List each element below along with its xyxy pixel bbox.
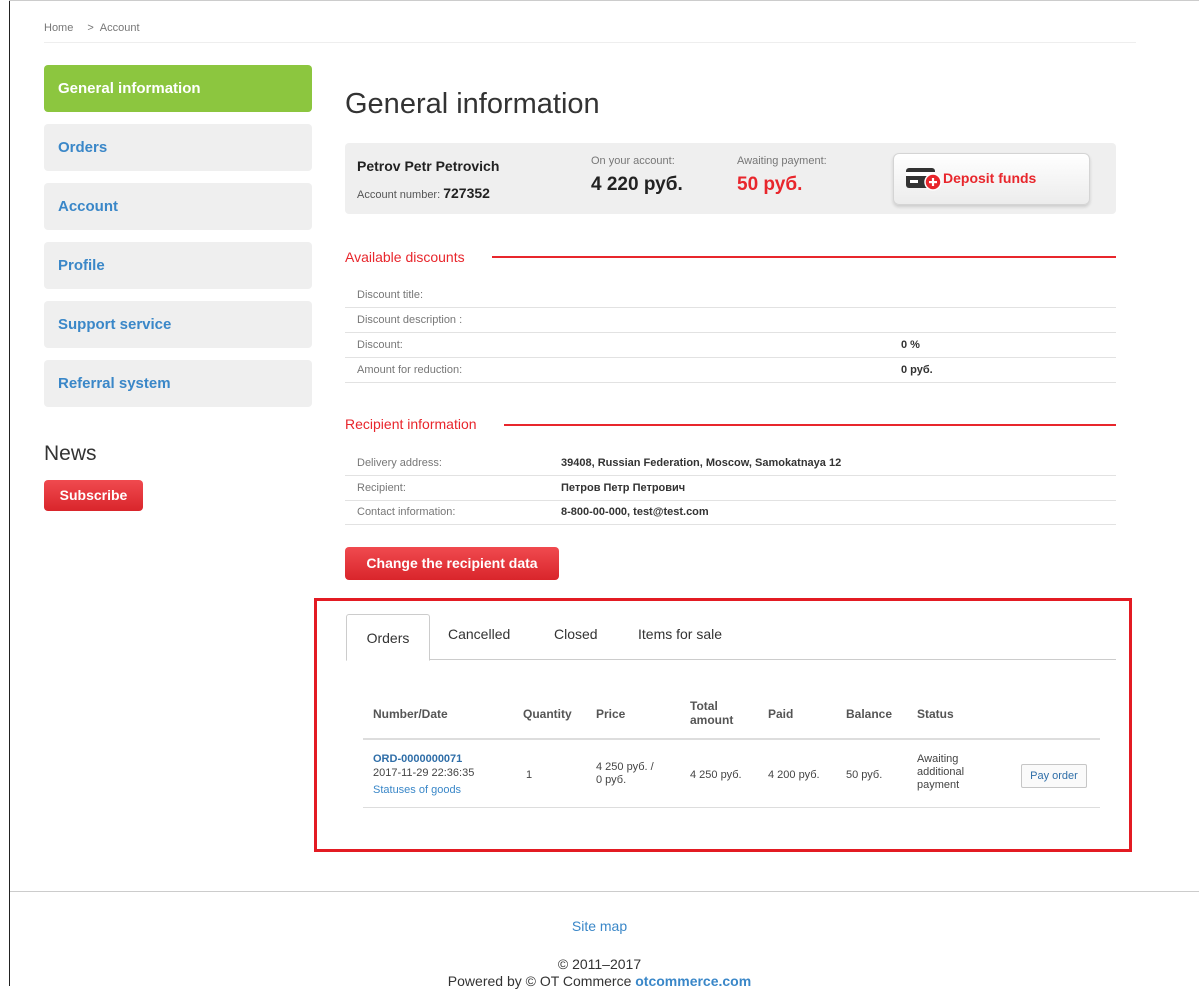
column-header-total-line1: Total <box>690 699 718 713</box>
column-header-paid: Paid <box>768 707 794 721</box>
sidebar-item-account[interactable]: Account <box>44 183 312 230</box>
recipient-heading-line <box>504 424 1116 426</box>
table-row-divider <box>363 807 1100 808</box>
discount-row-label: Discount description : <box>357 314 463 326</box>
order-balance: 50 руб. <box>846 769 883 781</box>
column-header-balance: Balance <box>846 707 893 721</box>
discount-row-label: Discount title: <box>357 289 424 301</box>
balance-value: 4 220 руб. <box>591 174 683 195</box>
order-date: 2017-11-29 22:36:35 <box>373 767 475 779</box>
column-header-quantity: Quantity <box>523 707 572 721</box>
page-title: General information <box>345 88 600 120</box>
recipient-row-label: Recipient: <box>357 482 406 494</box>
awaiting-payment-value: 50 руб. <box>737 174 803 195</box>
order-status-line1: Awaiting <box>917 753 959 765</box>
change-recipient-button[interactable]: Change the recipient data <box>345 547 559 580</box>
sidebar-item-profile[interactable]: Profile <box>44 242 312 289</box>
tab-cancelled[interactable]: Cancelled <box>448 626 510 642</box>
breadcrumb: Home > Account <box>44 22 140 34</box>
recipient-row-value: 8-800-00-000, test@test.com <box>561 506 709 518</box>
discount-row-label: Discount: <box>357 339 403 351</box>
order-price: 4 250 руб. / 0 руб. <box>596 761 654 787</box>
recipient-row: Contact information: 8-800-00-000, test@… <box>345 500 1116 525</box>
footer-copyright: © 2011–2017 <box>557 956 642 972</box>
account-number-value: 727352 <box>443 185 490 201</box>
discount-row-value: 0 руб. <box>901 364 933 376</box>
tab-closed[interactable]: Closed <box>554 626 598 642</box>
discount-row: Discount title: <box>345 283 1116 308</box>
breadcrumb-divider <box>44 42 1136 43</box>
recipient-row-value: Петров Петр Петрович <box>561 482 686 494</box>
column-header-price: Price <box>596 707 626 721</box>
footer-powered-by: Powered by © OT Commerce otcommerce.com <box>0 973 1199 989</box>
tab-items-for-sale[interactable]: Items for sale <box>638 626 722 642</box>
column-header-total-amount: Total amount <box>690 699 733 727</box>
tabs-divider <box>346 659 1116 660</box>
order-status: Awaiting additional payment <box>917 753 964 792</box>
column-header-total-line2: amount <box>690 713 734 727</box>
deposit-funds-button[interactable]: Deposit funds <box>893 153 1090 205</box>
account-summary-panel: Petrov Petr Petrovich Account number: 72… <box>345 143 1116 214</box>
discount-row: Amount for reduction: 0 руб. <box>345 358 1116 383</box>
account-number-row: Account number: 727352 <box>357 185 490 201</box>
footer-sitemap-link[interactable]: Site map <box>0 918 1199 934</box>
deposit-funds-label: Deposit funds <box>943 170 1037 186</box>
window-border <box>9 0 10 986</box>
recipient-row: Delivery address: 39408, Russian Federat… <box>345 451 1116 476</box>
window-border-top <box>9 0 1199 1</box>
tab-orders[interactable]: Orders <box>346 614 430 661</box>
discount-row: Discount: 0 % <box>345 333 1116 358</box>
discount-row-label: Amount for reduction: <box>357 364 463 376</box>
order-number-link[interactable]: ORD-0000000071 <box>373 753 462 765</box>
account-number-label: Account number: <box>357 189 441 201</box>
sidebar: General information Orders Account Profi… <box>44 65 312 419</box>
pay-order-button[interactable]: Pay order <box>1021 764 1087 788</box>
footer-otcommerce-link[interactable]: otcommerce.com <box>635 973 751 989</box>
sidebar-item-general-information[interactable]: General information <box>44 65 312 112</box>
breadcrumb-current: Account <box>99 22 140 34</box>
sidebar-item-support-service[interactable]: Support service <box>44 301 312 348</box>
discount-row: Discount description : <box>345 308 1116 333</box>
sidebar-item-referral-system[interactable]: Referral system <box>44 360 312 407</box>
order-status-line3: payment <box>917 779 960 791</box>
discount-row-value: 0 % <box>901 339 920 351</box>
order-paid: 4 200 руб. <box>768 769 820 781</box>
recipient-row-label: Contact information: <box>357 506 456 518</box>
table-header-divider <box>363 738 1100 740</box>
discounts-heading: Available discounts <box>345 249 465 265</box>
recipient-row-label: Delivery address: <box>357 457 442 469</box>
card-plus-icon <box>906 167 942 196</box>
discounts-heading-line <box>492 256 1116 258</box>
order-quantity: 1 <box>526 769 533 781</box>
footer-powered-text: Powered by © OT Commerce <box>447 973 632 989</box>
sidebar-item-orders[interactable]: Orders <box>44 124 312 171</box>
breadcrumb-separator: > <box>87 22 94 34</box>
order-price-line1: 4 250 руб. / <box>596 761 654 773</box>
balance-label: On your account: <box>591 155 675 167</box>
breadcrumb-home-link[interactable]: Home <box>44 22 73 34</box>
recipient-heading: Recipient information <box>345 416 477 432</box>
order-total: 4 250 руб. <box>690 769 742 781</box>
subscribe-button[interactable]: Subscribe <box>44 480 143 511</box>
column-header-status: Status <box>917 707 954 721</box>
order-price-line2: 0 руб. <box>596 774 627 786</box>
recipient-row-value: 39408, Russian Federation, Moscow, Samok… <box>561 457 842 469</box>
recipient-row: Recipient: Петров Петр Петрович <box>345 476 1116 501</box>
column-header-number-date: Number/Date <box>373 707 448 721</box>
awaiting-payment-label: Awaiting payment: <box>737 155 827 167</box>
footer-divider <box>10 891 1199 892</box>
news-heading: News <box>44 442 97 465</box>
statuses-of-goods-link[interactable]: Statuses of goods <box>373 784 461 796</box>
order-status-line2: additional <box>917 766 965 778</box>
account-holder-name: Petrov Petr Petrovich <box>357 158 500 174</box>
